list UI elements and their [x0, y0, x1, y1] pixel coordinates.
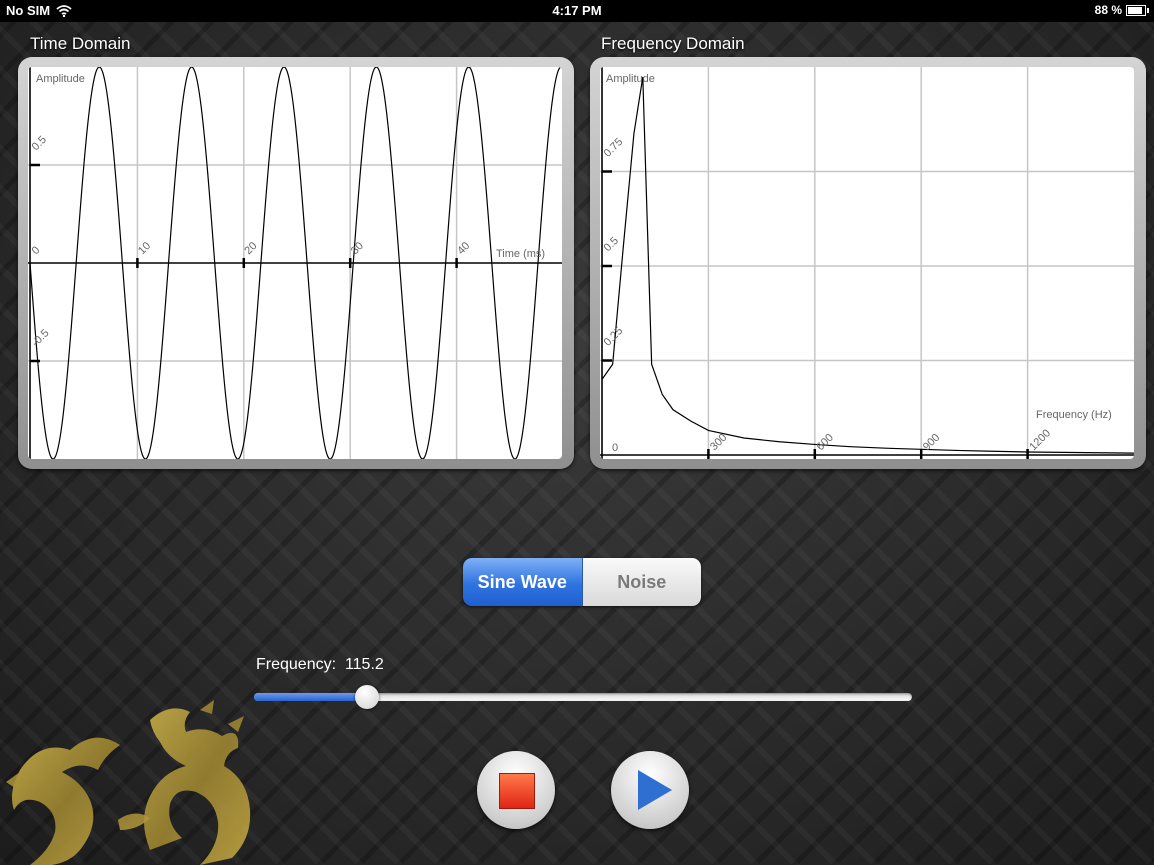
time-x-axis-label: Time (ms)	[496, 248, 545, 260]
freq-y-axis-label: Amplitude	[606, 73, 655, 85]
status-bar: No SIM 4:17 PM 88 %	[0, 0, 1154, 22]
frequency-label-text: Frequency:	[256, 656, 337, 673]
time-y-axis-label: Amplitude	[36, 73, 85, 85]
play-button[interactable]	[611, 751, 689, 829]
slider-thumb[interactable]	[354, 685, 379, 709]
time-domain-panel: Amplitude Time (ms) 10 20 30 40 0.5 0 -0.5	[18, 57, 574, 469]
frequency-domain-title: Frequency Domain	[601, 34, 745, 53]
freq-x-tick-label: 300	[708, 432, 729, 453]
freq-y-tick-label: 0.75	[602, 136, 626, 160]
segment-sine-wave[interactable]: Sine Wave	[463, 558, 583, 606]
frequency-domain-panel: Amplitude Frequency (Hz) 0 300 600 900 1200 0…	[590, 57, 1146, 469]
time-x-tick-label: 20	[242, 240, 259, 257]
segment-noise[interactable]: Noise	[582, 558, 701, 606]
freq-x-tick-label: 0	[612, 442, 618, 454]
freq-x-axis-label: Frequency (Hz)	[1036, 409, 1112, 421]
freq-y-tick-label: 0.25	[602, 325, 626, 349]
signal-type-segmented-control[interactable]: Sine Wave Noise	[463, 558, 701, 606]
freq-x-tick-label: 600	[814, 432, 835, 453]
time-x-tick-label: 40	[455, 240, 472, 257]
time-y-tick-label: 0.5	[30, 134, 49, 153]
time-y-tick-label: 0	[30, 244, 43, 257]
time-x-tick-label: 30	[349, 240, 366, 257]
time-domain-title: Time Domain	[30, 34, 131, 53]
frequency-value: 115.2	[344, 656, 384, 673]
freq-x-tick-label: 1200	[1027, 427, 1053, 453]
clock: 4:17 PM	[552, 3, 602, 18]
battery-icon	[1126, 4, 1149, 16]
play-icon	[638, 770, 672, 810]
time-domain-chart: Amplitude Time (ms) 10 20 30 40 0.5 0 -0.5	[28, 67, 562, 459]
frequency-series-line	[601, 76, 1134, 454]
frequency-domain-chart: Amplitude Frequency (Hz) 0 300 600 900 12000…	[600, 67, 1134, 459]
stop-icon	[499, 773, 535, 809]
battery-percent: 88 %	[1094, 3, 1122, 17]
slider-track-fill	[254, 693, 367, 701]
freq-y-tick-label: 0.5	[602, 235, 621, 254]
frequency-label: Frequency: 115.2	[256, 656, 384, 674]
frequency-slider[interactable]	[254, 685, 912, 709]
stop-button[interactable]	[477, 751, 555, 829]
time-y-tick-label: -0.5	[30, 327, 52, 349]
dragon-logo	[6, 700, 251, 865]
time-x-tick-label: 10	[136, 240, 153, 257]
